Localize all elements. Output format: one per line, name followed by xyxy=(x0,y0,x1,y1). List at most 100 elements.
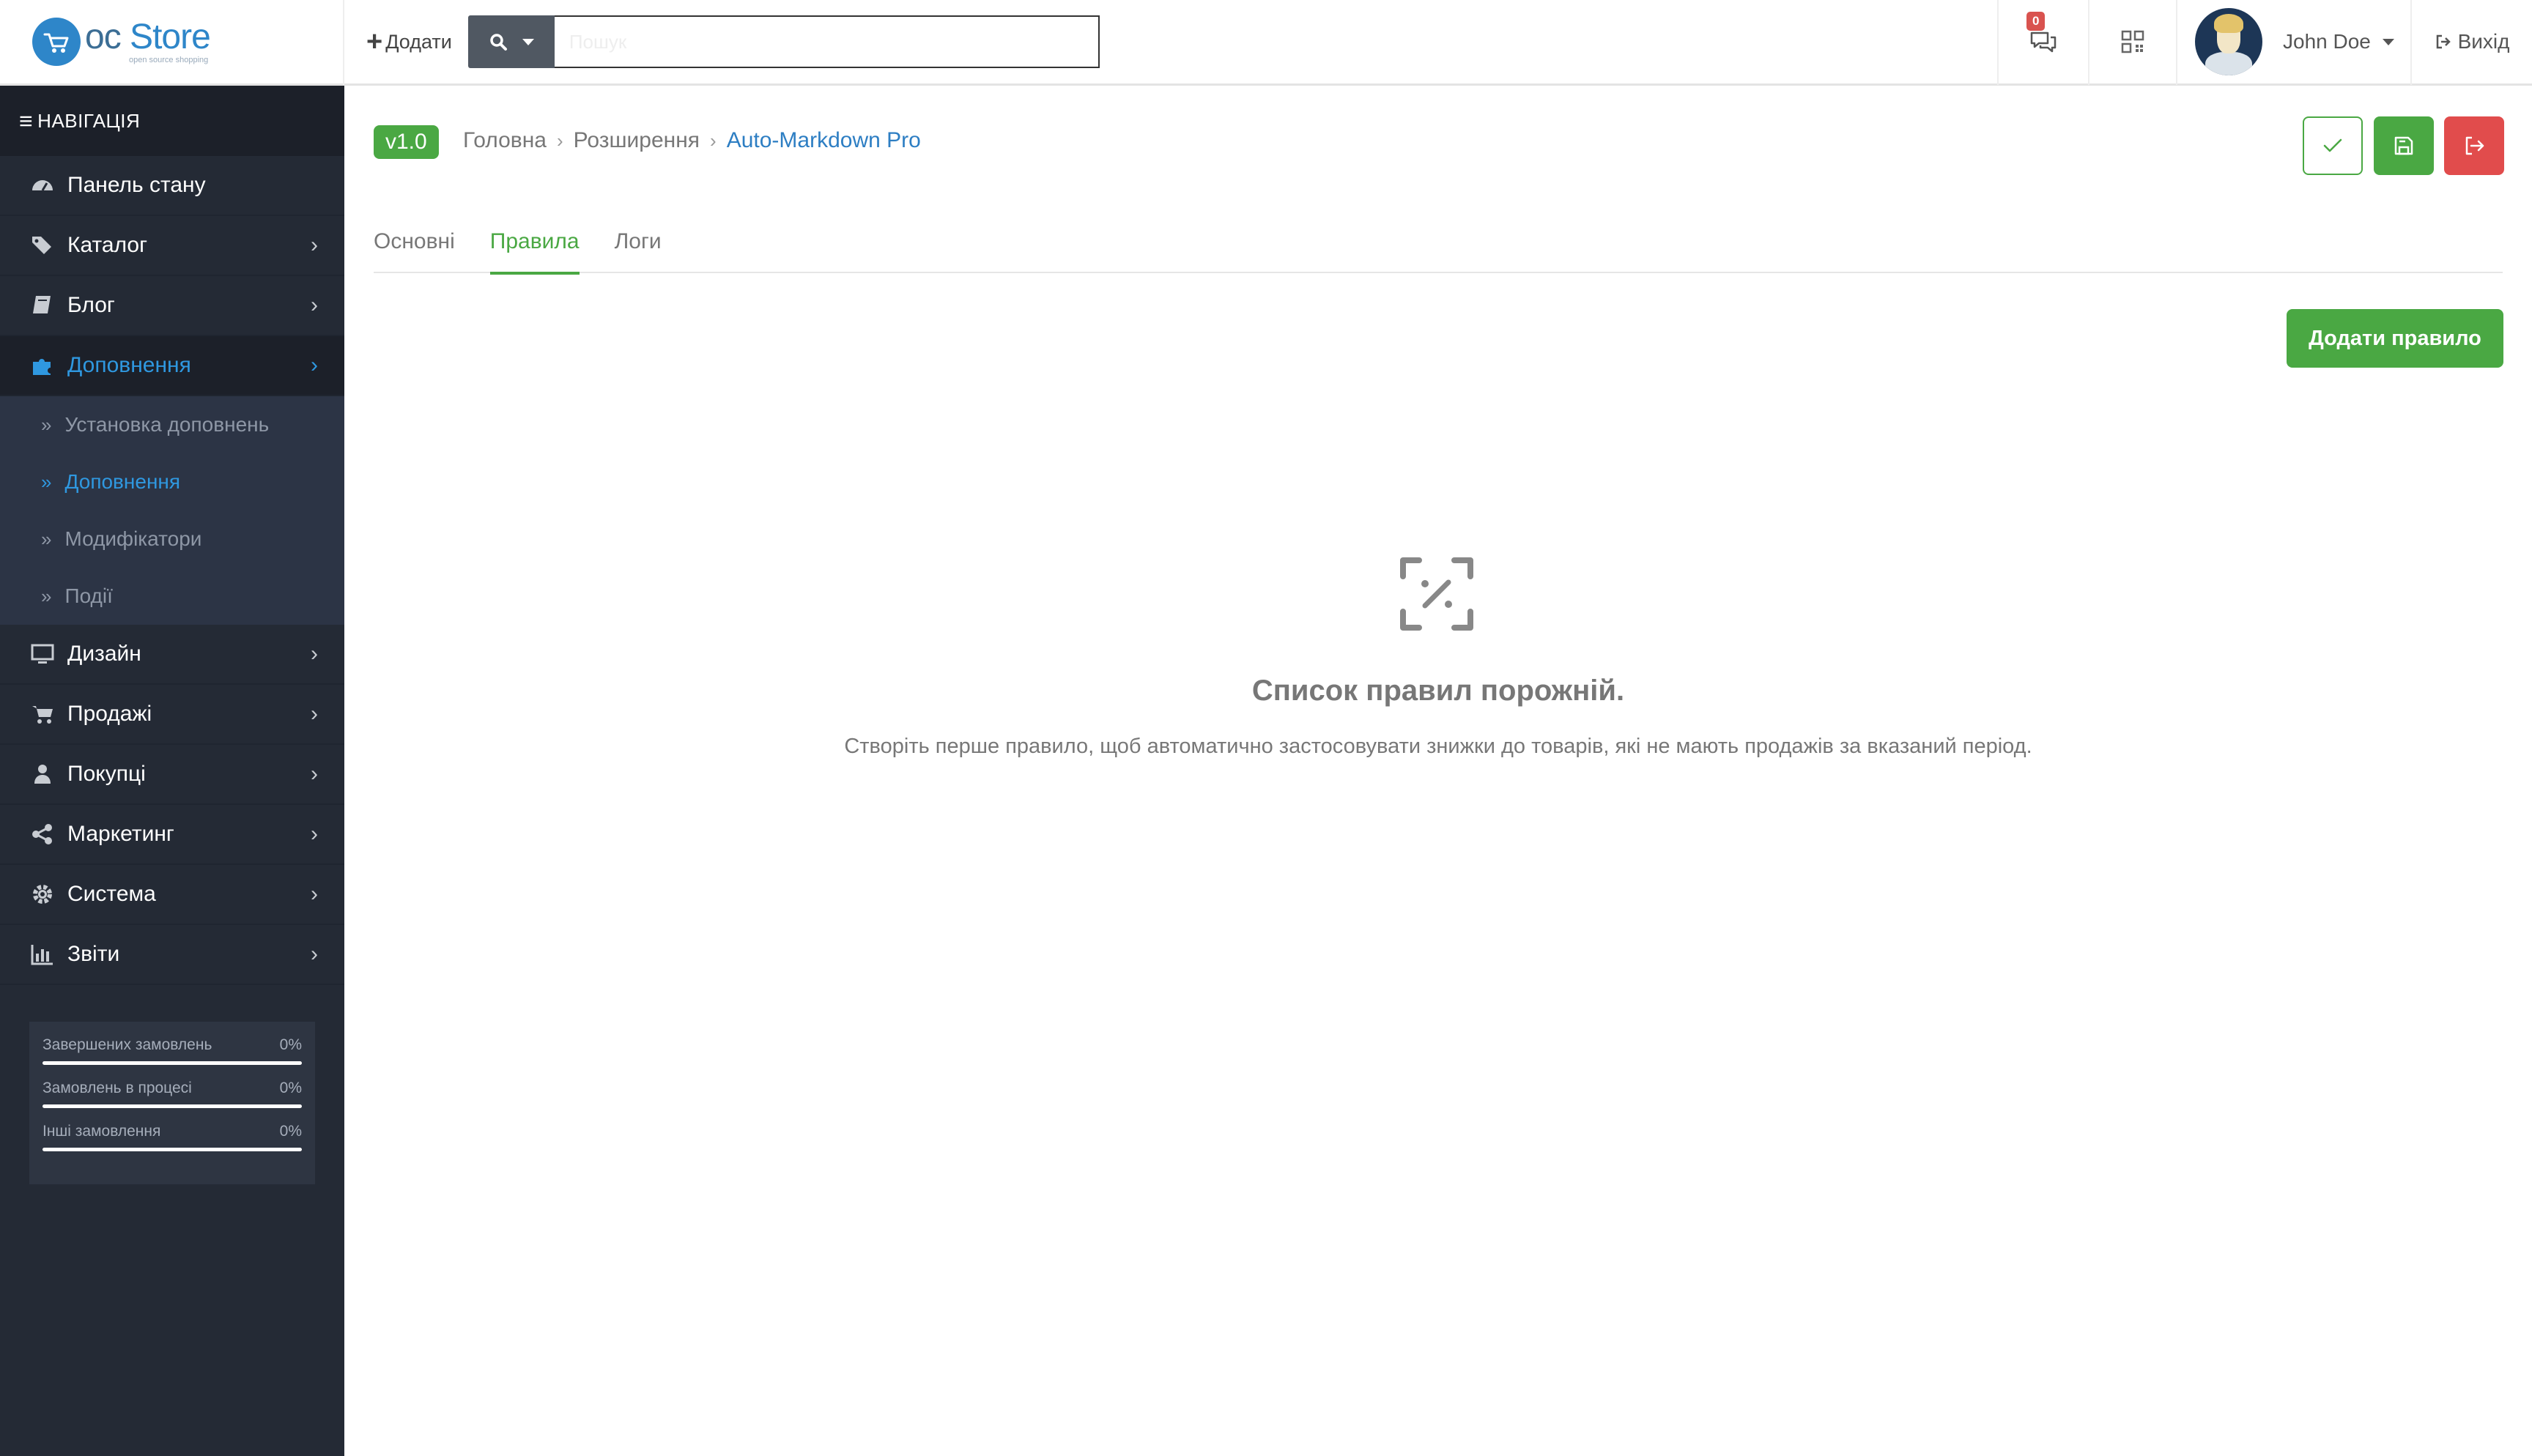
chevron-right-icon: › xyxy=(311,293,318,317)
sidebar: ≡ НАВІГАЦІЯ Панель стану Каталог › Блог … xyxy=(0,86,344,1456)
double-chevron-icon: » xyxy=(41,527,52,550)
messages-button[interactable]: 0 xyxy=(1997,0,2088,85)
logo-prefix: oc xyxy=(85,17,122,56)
stat-progress-bar xyxy=(42,1148,302,1151)
empty-state-title: Список правил порожній. xyxy=(1251,675,1625,707)
double-chevron-icon: » xyxy=(41,584,52,607)
sidebar-item-extensions[interactable]: Доповнення › xyxy=(0,336,344,396)
sidebar-item-sales[interactable]: Продажі › xyxy=(0,685,344,745)
stat-label: Завершених замовлень xyxy=(42,1036,212,1053)
stat-value: 0% xyxy=(279,1123,302,1140)
extensions-submenu: » Установка доповнень » Доповнення » Модифі… xyxy=(0,396,344,625)
breadcrumb-separator-icon: › xyxy=(710,129,717,152)
save-icon xyxy=(2394,136,2413,155)
caret-down-icon xyxy=(2382,38,2394,45)
logout-label: Вихід xyxy=(2457,30,2510,53)
add-button[interactable]: + Додати xyxy=(359,20,459,64)
version-badge: v1.0 xyxy=(374,125,439,159)
breadcrumb-current[interactable]: Auto-Markdown Pro xyxy=(727,128,921,153)
stat-value: 0% xyxy=(279,1080,302,1096)
add-rule-button[interactable]: Додати правило xyxy=(2287,309,2503,368)
hamburger-icon: ≡ xyxy=(19,107,34,134)
sidebar-item-label: Покупці xyxy=(67,762,146,786)
search-type-dropdown[interactable] xyxy=(467,15,555,68)
sidebar-item-label: Блог xyxy=(67,293,115,317)
messages-count-badge: 0 xyxy=(2026,11,2046,31)
breadcrumb: Головна › Розширення › Auto-Markdown Pro xyxy=(463,128,921,153)
stat-value: 0% xyxy=(279,1036,302,1053)
plus-icon: + xyxy=(366,26,383,57)
sign-out-icon xyxy=(2436,34,2451,49)
stat-processing: Замовлень в процесі 0% xyxy=(42,1080,302,1108)
chevron-right-icon: › xyxy=(311,702,318,726)
sidebar-item-label: Продажі xyxy=(67,702,152,726)
sidebar-item-label: Панель стану xyxy=(67,173,206,197)
search-input[interactable] xyxy=(554,15,1100,68)
chevron-right-icon: › xyxy=(311,642,318,666)
stat-completed: Завершених замовлень 0% xyxy=(42,1036,302,1065)
gear-icon xyxy=(28,882,57,907)
chevron-right-icon: › xyxy=(311,942,318,966)
check-icon xyxy=(2323,138,2342,152)
stat-other: Інші замовлення 0% xyxy=(42,1123,302,1151)
sidebar-subitem-extensions[interactable]: » Доповнення xyxy=(0,453,344,510)
dashboard-icon xyxy=(28,173,57,198)
breadcrumb-separator-icon: › xyxy=(556,129,563,152)
sidebar-item-reports[interactable]: Звіти › xyxy=(0,925,344,985)
logo[interactable]: oc Store open source shopping xyxy=(0,0,344,85)
sidebar-item-customers[interactable]: Покупці › xyxy=(0,745,344,805)
search-icon xyxy=(490,34,507,51)
chevron-right-icon: › xyxy=(311,353,318,377)
exit-button[interactable] xyxy=(2444,116,2504,175)
tab-logs[interactable]: Логи xyxy=(615,210,662,273)
sidebar-item-marketing[interactable]: Маркетинг › xyxy=(0,805,344,865)
tags-icon xyxy=(28,233,57,258)
navigation-title: НАВІГАЦІЯ xyxy=(37,109,141,132)
sidebar-item-blog[interactable]: Блог › xyxy=(0,276,344,336)
logout-button[interactable]: Вихід xyxy=(2410,0,2532,85)
sidebar-item-catalog[interactable]: Каталог › xyxy=(0,216,344,276)
double-chevron-icon: » xyxy=(41,470,52,493)
tab-rules[interactable]: Правила xyxy=(489,210,580,275)
sidebar-item-system[interactable]: Система › xyxy=(0,865,344,925)
add-button-label: Додати xyxy=(385,30,452,53)
user-menu[interactable]: John Doe xyxy=(2176,0,2410,85)
save-button[interactable] xyxy=(2374,116,2434,175)
sidebar-item-dashboard[interactable]: Панель стану xyxy=(0,156,344,216)
sidebar-subitem-label: Модифікатори xyxy=(64,527,202,550)
stat-progress-bar xyxy=(42,1104,302,1108)
sidebar-subitem-events[interactable]: » Події xyxy=(0,568,344,625)
tab-general[interactable]: Основні xyxy=(374,210,455,273)
cart-icon xyxy=(28,702,57,727)
sidebar-item-design[interactable]: Дизайн › xyxy=(0,625,344,685)
stat-progress-bar xyxy=(42,1061,302,1065)
sidebar-item-label: Каталог xyxy=(67,233,148,257)
stat-label: Замовлень в процесі xyxy=(42,1080,192,1096)
sidebar-item-label: Система xyxy=(67,882,156,906)
sidebar-item-label: Маркетинг xyxy=(67,822,174,846)
sidebar-subitem-label: Доповнення xyxy=(64,470,181,493)
user-icon xyxy=(28,762,57,787)
top-header: oc Store open source shopping + Додати 0 xyxy=(0,0,2532,86)
qr-code-button[interactable] xyxy=(2088,0,2176,85)
navigation-toggle[interactable]: ≡ НАВІГАЦІЯ xyxy=(0,86,344,156)
sidebar-item-label: Дизайн xyxy=(67,642,141,666)
empty-discount-icon xyxy=(1400,557,1473,631)
comments-icon xyxy=(2030,31,2057,53)
apply-button[interactable] xyxy=(2303,116,2363,175)
sidebar-subitem-label: Події xyxy=(64,584,113,607)
tab-bar: Основні Правила Логи xyxy=(374,210,2503,275)
sidebar-item-label: Звіти xyxy=(67,942,120,966)
logo-tagline: open source shopping xyxy=(129,55,209,64)
chevron-right-icon: › xyxy=(311,822,318,846)
sidebar-subitem-modifications[interactable]: » Модифікатори xyxy=(0,510,344,568)
cart-logo-icon xyxy=(32,18,81,66)
order-stats-panel: Завершених замовлень 0% Замовлень в проце… xyxy=(29,1022,315,1184)
bar-chart-icon xyxy=(28,942,57,967)
double-chevron-icon: » xyxy=(41,413,52,436)
breadcrumb-extensions[interactable]: Розширення xyxy=(574,128,700,153)
sidebar-subitem-installer[interactable]: » Установка доповнень xyxy=(0,396,344,453)
book-icon xyxy=(28,293,57,318)
breadcrumb-home[interactable]: Головна xyxy=(463,128,547,153)
search-group xyxy=(467,15,1100,68)
